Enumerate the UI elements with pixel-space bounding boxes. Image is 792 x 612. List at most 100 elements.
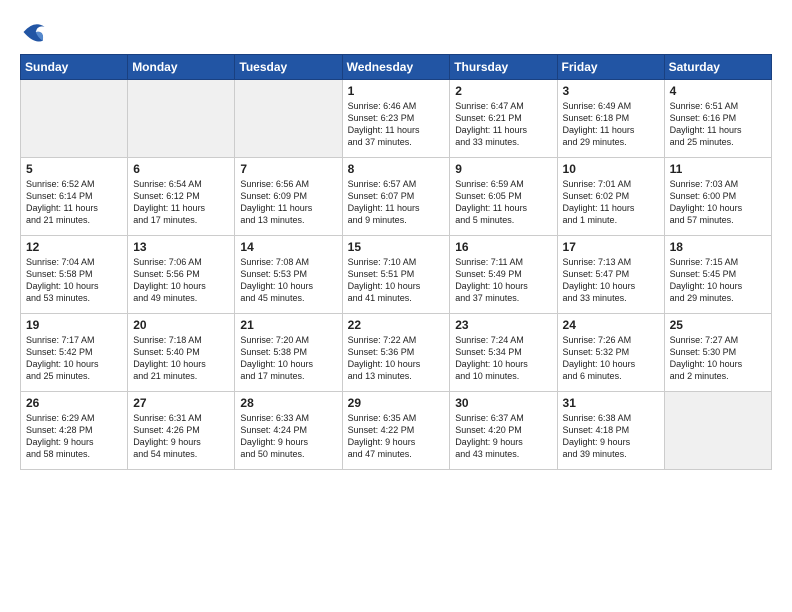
- cell-info: Sunrise: 6:29 AM Sunset: 4:28 PM Dayligh…: [26, 412, 122, 461]
- calendar-header-row: SundayMondayTuesdayWednesdayThursdayFrid…: [21, 55, 772, 80]
- cell-info: Sunrise: 6:47 AM Sunset: 6:21 PM Dayligh…: [455, 100, 551, 149]
- calendar-cell: 11 Sunrise: 7:03 AM Sunset: 6:00 PM Dayli…: [664, 158, 771, 236]
- calendar-cell: 20Sunrise: 7:18 AM Sunset: 5:40 PM Dayli…: [128, 314, 235, 392]
- cell-info: Sunrise: 7:17 AM Sunset: 5:42 PM Dayligh…: [26, 334, 122, 383]
- cell-info: Sunrise: 7:06 AM Sunset: 5:56 PM Dayligh…: [133, 256, 229, 305]
- cell-info: Sunrise: 7:03 AM Sunset: 6:00 PM Dayligh…: [670, 178, 766, 227]
- cell-info: Sunrise: 6:54 AM Sunset: 6:12 PM Dayligh…: [133, 178, 229, 227]
- calendar-cell: 25Sunrise: 7:27 AM Sunset: 5:30 PM Dayli…: [664, 314, 771, 392]
- calendar-cell: 2 Sunrise: 6:47 AM Sunset: 6:21 PM Daylig…: [450, 80, 557, 158]
- calendar-week-3: 12 Sunrise: 7:04 AM Sunset: 5:58 PM Dayli…: [21, 236, 772, 314]
- weekday-header-friday: Friday: [557, 55, 664, 80]
- calendar-cell: 28 Sunrise: 6:33 AM Sunset: 4:24 PM Dayli…: [235, 392, 342, 470]
- weekday-header-wednesday: Wednesday: [342, 55, 450, 80]
- day-number: 2: [455, 84, 551, 98]
- calendar-cell: 14 Sunrise: 7:08 AM Sunset: 5:53 PM Dayli…: [235, 236, 342, 314]
- cell-info: Sunrise: 6:37 AM Sunset: 4:20 PM Dayligh…: [455, 412, 551, 461]
- cell-info: Sunrise: 7:01 AM Sunset: 6:02 PM Dayligh…: [563, 178, 659, 227]
- cell-info: Sunrise: 7:11 AM Sunset: 5:49 PM Dayligh…: [455, 256, 551, 305]
- calendar-cell: 16Sunrise: 7:11 AM Sunset: 5:49 PM Dayli…: [450, 236, 557, 314]
- day-number: 28: [240, 396, 336, 410]
- weekday-header-thursday: Thursday: [450, 55, 557, 80]
- day-number: 24: [563, 318, 659, 332]
- cell-info: Sunrise: 6:51 AM Sunset: 6:16 PM Dayligh…: [670, 100, 766, 149]
- header: [20, 18, 772, 46]
- cell-info: Sunrise: 7:10 AM Sunset: 5:51 PM Dayligh…: [348, 256, 445, 305]
- day-number: 4: [670, 84, 766, 98]
- cell-info: Sunrise: 6:46 AM Sunset: 6:23 PM Dayligh…: [348, 100, 445, 149]
- day-number: 8: [348, 162, 445, 176]
- calendar-cell: [21, 80, 128, 158]
- calendar-cell: 4 Sunrise: 6:51 AM Sunset: 6:16 PM Daylig…: [664, 80, 771, 158]
- cell-info: Sunrise: 7:26 AM Sunset: 5:32 PM Dayligh…: [563, 334, 659, 383]
- cell-info: Sunrise: 6:35 AM Sunset: 4:22 PM Dayligh…: [348, 412, 445, 461]
- cell-info: Sunrise: 7:27 AM Sunset: 5:30 PM Dayligh…: [670, 334, 766, 383]
- weekday-header-monday: Monday: [128, 55, 235, 80]
- day-number: 9: [455, 162, 551, 176]
- day-number: 14: [240, 240, 336, 254]
- calendar-cell: 6 Sunrise: 6:54 AM Sunset: 6:12 PM Daylig…: [128, 158, 235, 236]
- cell-info: Sunrise: 6:57 AM Sunset: 6:07 PM Dayligh…: [348, 178, 445, 227]
- weekday-header-saturday: Saturday: [664, 55, 771, 80]
- cell-info: Sunrise: 7:24 AM Sunset: 5:34 PM Dayligh…: [455, 334, 551, 383]
- day-number: 19: [26, 318, 122, 332]
- cell-info: Sunrise: 6:33 AM Sunset: 4:24 PM Dayligh…: [240, 412, 336, 461]
- day-number: 21: [240, 318, 336, 332]
- cell-info: Sunrise: 7:04 AM Sunset: 5:58 PM Dayligh…: [26, 256, 122, 305]
- cell-info: Sunrise: 7:20 AM Sunset: 5:38 PM Dayligh…: [240, 334, 336, 383]
- weekday-header-sunday: Sunday: [21, 55, 128, 80]
- calendar-cell: 31 Sunrise: 6:38 AM Sunset: 4:18 PM Dayli…: [557, 392, 664, 470]
- day-number: 20: [133, 318, 229, 332]
- day-number: 3: [563, 84, 659, 98]
- day-number: 31: [563, 396, 659, 410]
- day-number: 23: [455, 318, 551, 332]
- day-number: 30: [455, 396, 551, 410]
- calendar-cell: 8 Sunrise: 6:57 AM Sunset: 6:07 PM Daylig…: [342, 158, 450, 236]
- day-number: 1: [348, 84, 445, 98]
- calendar-cell: 7Sunrise: 6:56 AM Sunset: 6:09 PM Daylig…: [235, 158, 342, 236]
- cell-info: Sunrise: 7:22 AM Sunset: 5:36 PM Dayligh…: [348, 334, 445, 383]
- day-number: 26: [26, 396, 122, 410]
- calendar-cell: 21 Sunrise: 7:20 AM Sunset: 5:38 PM Dayli…: [235, 314, 342, 392]
- calendar-cell: 10 Sunrise: 7:01 AM Sunset: 6:02 PM Dayli…: [557, 158, 664, 236]
- calendar-cell: 12 Sunrise: 7:04 AM Sunset: 5:58 PM Dayli…: [21, 236, 128, 314]
- day-number: 5: [26, 162, 122, 176]
- logo: [20, 18, 52, 46]
- cell-info: Sunrise: 6:49 AM Sunset: 6:18 PM Dayligh…: [563, 100, 659, 149]
- day-number: 27: [133, 396, 229, 410]
- day-number: 10: [563, 162, 659, 176]
- calendar-cell: 17 Sunrise: 7:13 AM Sunset: 5:47 PM Dayli…: [557, 236, 664, 314]
- calendar-cell: 13 Sunrise: 7:06 AM Sunset: 5:56 PM Dayli…: [128, 236, 235, 314]
- cell-info: Sunrise: 7:15 AM Sunset: 5:45 PM Dayligh…: [670, 256, 766, 305]
- calendar-cell: 30 Sunrise: 6:37 AM Sunset: 4:20 PM Dayli…: [450, 392, 557, 470]
- calendar-cell: 15 Sunrise: 7:10 AM Sunset: 5:51 PM Dayli…: [342, 236, 450, 314]
- calendar-week-1: 1 Sunrise: 6:46 AM Sunset: 6:23 PM Daylig…: [21, 80, 772, 158]
- day-number: 17: [563, 240, 659, 254]
- calendar-cell: 26 Sunrise: 6:29 AM Sunset: 4:28 PM Dayli…: [21, 392, 128, 470]
- cell-info: Sunrise: 6:52 AM Sunset: 6:14 PM Dayligh…: [26, 178, 122, 227]
- calendar-cell: [128, 80, 235, 158]
- calendar-cell: 24 Sunrise: 7:26 AM Sunset: 5:32 PM Dayli…: [557, 314, 664, 392]
- cell-info: Sunrise: 6:38 AM Sunset: 4:18 PM Dayligh…: [563, 412, 659, 461]
- calendar-cell: 23 Sunrise: 7:24 AM Sunset: 5:34 PM Dayli…: [450, 314, 557, 392]
- calendar-table: SundayMondayTuesdayWednesdayThursdayFrid…: [20, 54, 772, 470]
- calendar-week-4: 19 Sunrise: 7:17 AM Sunset: 5:42 PM Dayli…: [21, 314, 772, 392]
- day-number: 6: [133, 162, 229, 176]
- day-number: 13: [133, 240, 229, 254]
- day-number: 22: [348, 318, 445, 332]
- calendar-cell: 29 Sunrise: 6:35 AM Sunset: 4:22 PM Dayli…: [342, 392, 450, 470]
- calendar-cell: [235, 80, 342, 158]
- calendar-cell: 1 Sunrise: 6:46 AM Sunset: 6:23 PM Daylig…: [342, 80, 450, 158]
- day-number: 11: [670, 162, 766, 176]
- day-number: 12: [26, 240, 122, 254]
- day-number: 15: [348, 240, 445, 254]
- calendar-cell: 22 Sunrise: 7:22 AM Sunset: 5:36 PM Dayli…: [342, 314, 450, 392]
- calendar-cell: 5 Sunrise: 6:52 AM Sunset: 6:14 PM Daylig…: [21, 158, 128, 236]
- cell-info: Sunrise: 7:08 AM Sunset: 5:53 PM Dayligh…: [240, 256, 336, 305]
- day-number: 29: [348, 396, 445, 410]
- cell-info: Sunrise: 7:13 AM Sunset: 5:47 PM Dayligh…: [563, 256, 659, 305]
- cell-info: Sunrise: 6:59 AM Sunset: 6:05 PM Dayligh…: [455, 178, 551, 227]
- calendar-cell: 27Sunrise: 6:31 AM Sunset: 4:26 PM Dayli…: [128, 392, 235, 470]
- cell-info: Sunrise: 6:56 AM Sunset: 6:09 PM Dayligh…: [240, 178, 336, 227]
- calendar-cell: 3 Sunrise: 6:49 AM Sunset: 6:18 PM Daylig…: [557, 80, 664, 158]
